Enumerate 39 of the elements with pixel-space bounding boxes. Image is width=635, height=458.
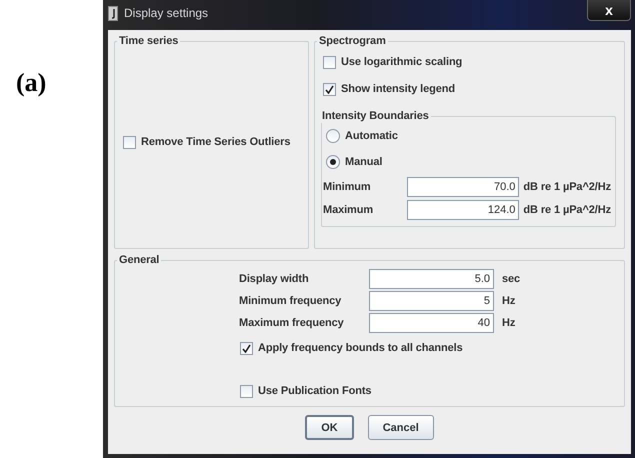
checkbox-label[interactable]: Apply frequency bounds to all channels <box>258 341 463 355</box>
number-field[interactable]: 5 <box>369 291 494 311</box>
checkbox-label[interactable]: Remove Time Series Outliers <box>141 135 290 149</box>
group-title: Intensity Boundaries <box>321 109 430 123</box>
unit-label: Hz <box>502 294 516 308</box>
radio-label[interactable]: Manual <box>345 155 382 169</box>
checkbox[interactable] <box>123 136 136 148</box>
checkbox-label[interactable]: Use logarithmic scaling <box>341 55 462 69</box>
radio-label[interactable]: Automatic <box>345 129 398 143</box>
group-title: Time series <box>118 34 180 48</box>
dialog-button[interactable]: OK <box>305 415 354 440</box>
number-field[interactable]: 124.0 <box>407 200 520 220</box>
app-icon <box>108 6 118 21</box>
group-title: Spectrogram <box>318 34 387 48</box>
checkbox[interactable] <box>323 56 336 68</box>
window-title: Display settings <box>124 6 208 20</box>
field-label: Minimum <box>323 180 372 194</box>
dialog-button[interactable]: Cancel <box>368 415 434 440</box>
radio-button[interactable] <box>326 155 340 169</box>
unit-label: sec <box>502 272 522 286</box>
unit-label: dB re 1 µPa^2/Hz <box>523 203 611 217</box>
group-title: General <box>118 253 160 267</box>
field-label: Maximum frequency <box>239 316 345 330</box>
checkbox-label[interactable]: Show intensity legend <box>341 82 456 96</box>
field-label: Maximum <box>323 203 374 217</box>
number-field[interactable]: 40 <box>369 313 494 333</box>
figure-label: (a) <box>16 68 46 98</box>
checkbox[interactable] <box>240 384 253 398</box>
checkbox[interactable] <box>240 342 253 354</box>
radio-button[interactable] <box>326 129 340 143</box>
checkbox[interactable] <box>323 82 336 96</box>
number-field[interactable]: 5.0 <box>369 269 494 289</box>
field-label: Minimum frequency <box>239 294 342 308</box>
unit-label: Hz <box>502 316 516 330</box>
unit-label: dB re 1 µPa^2/Hz <box>523 180 611 194</box>
checkbox-label[interactable]: Use Publication Fonts <box>258 384 372 398</box>
number-field[interactable]: 70.0 <box>407 177 520 197</box>
field-label: Display width <box>239 272 310 286</box>
close-button[interactable]: x <box>587 0 631 21</box>
